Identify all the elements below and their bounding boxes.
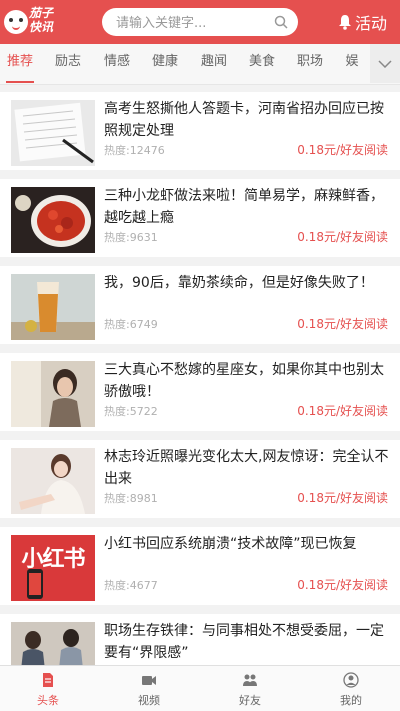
article-heat: 热度:6749 — [104, 318, 158, 331]
article-reward: 0.18元/好友阅读 — [297, 317, 388, 331]
category-tabs: 推荐 励志 情感 健康 趣闻 美食 职场 娱 — [0, 44, 400, 85]
logo-line-1: 茄子 — [29, 6, 54, 20]
article-thumbnail — [11, 187, 95, 253]
app-logo[interactable]: 茄子 快讯 — [4, 4, 62, 40]
logo-line-2: 快讯 — [29, 20, 54, 34]
eggplant-logo-icon — [4, 10, 28, 34]
search-input[interactable] — [114, 12, 268, 34]
article-thumbnail — [11, 448, 95, 514]
logo-text: 茄子 快讯 — [29, 6, 63, 34]
article-item[interactable]: 三种小龙虾做法来啦！简单易学，麻辣鲜香，越吃越上瘾 热度:9631 0.18元/… — [0, 179, 400, 257]
article-item[interactable]: 三大真心不愁嫁的星座女，如果你其中也别太骄傲哦！ 热度:5722 0.18元/好… — [0, 353, 400, 431]
tab-food[interactable]: 美食 — [246, 44, 278, 82]
video-icon — [142, 676, 156, 685]
search-icon[interactable] — [274, 15, 288, 29]
bell-icon — [339, 15, 351, 30]
article-thumbnail — [11, 361, 95, 427]
tab-emotion[interactable]: 情感 — [101, 44, 133, 82]
article-heat: 热度:8981 — [104, 492, 158, 505]
activity-label: 活动 — [355, 14, 388, 33]
document-icon — [43, 673, 53, 687]
article-reward: 0.18元/好友阅读 — [297, 230, 388, 244]
search-bar[interactable] — [102, 8, 298, 36]
article-title: 职场生存铁律：与同事相处不想受委屈，一定要有“界限感” — [104, 623, 384, 661]
nav-friends[interactable]: 好友 — [210, 666, 290, 711]
article-reward: 0.18元/好友阅读 — [297, 404, 388, 418]
article-title: 小红书回应系统崩溃“技术故障”现已恢复 — [104, 536, 357, 552]
app-header: 茄子 快讯 活动 — [0, 0, 400, 44]
tab-workplace[interactable]: 职场 — [294, 44, 326, 82]
article-thumbnail — [11, 274, 95, 340]
nav-label: 我的 — [340, 694, 362, 707]
article-heat: 热度:9631 — [104, 231, 158, 244]
tab-health[interactable]: 健康 — [149, 44, 181, 82]
article-heat: 热度:12476 — [104, 144, 165, 157]
article-heat: 热度:4677 — [104, 579, 158, 592]
user-icon — [343, 672, 359, 688]
article-reward: 0.18元/好友阅读 — [297, 143, 388, 157]
article-title: 林志玲近照曝光变化太大,网友惊讶：完全认不出来 — [104, 449, 389, 487]
article-item[interactable]: 小红书 小红书回应系统崩溃“技术故障”现已恢复 热度:4677 0.18元/好友… — [0, 527, 400, 605]
article-reward: 0.18元/好友阅读 — [297, 578, 388, 592]
article-title: 三种小龙虾做法来啦！简单易学，麻辣鲜香，越吃越上瘾 — [104, 188, 384, 226]
nav-headlines[interactable]: 头条 — [8, 666, 88, 711]
article-item[interactable]: 林志玲近照曝光变化太大,网友惊讶：完全认不出来 热度:8981 0.18元/好友… — [0, 440, 400, 518]
activity-button[interactable]: 活动 — [338, 11, 387, 33]
article-title: 我，90后，靠奶茶续命，但是好像失败了！ — [104, 275, 374, 291]
friends-icon — [243, 674, 257, 686]
tab-entertainment[interactable]: 娱 — [342, 44, 362, 82]
article-item[interactable]: 我，90后，靠奶茶续命，但是好像失败了！ 热度:6749 0.18元/好友阅读 — [0, 266, 400, 344]
tab-recommend[interactable]: 推荐 — [4, 44, 36, 83]
tab-fun-news[interactable]: 趣闻 — [198, 44, 230, 82]
article-thumbnail: 小红书 — [11, 535, 95, 601]
article-thumbnail — [11, 100, 95, 166]
bottom-nav: 头条 视频 好友 我的 — [0, 665, 400, 711]
article-reward: 0.18元/好友阅读 — [297, 491, 388, 505]
article-item[interactable]: 高考生怒撕他人答题卡，河南省招办回应已按照规定处理 热度:12476 0.18元… — [0, 92, 400, 170]
nav-label: 头条 — [37, 694, 59, 707]
article-title: 三大真心不愁嫁的星座女，如果你其中也别太骄傲哦！ — [104, 362, 384, 400]
nav-label: 好友 — [239, 694, 261, 707]
tabs-expand-button[interactable] — [370, 44, 400, 83]
article-title: 高考生怒撕他人答题卡，河南省招办回应已按照规定处理 — [104, 101, 384, 139]
tab-inspiration[interactable]: 励志 — [52, 44, 84, 82]
article-heat: 热度:5722 — [104, 405, 158, 418]
nav-profile[interactable]: 我的 — [311, 666, 391, 711]
chevron-down-icon — [378, 59, 392, 68]
nav-label: 视频 — [138, 694, 160, 707]
nav-video[interactable]: 视频 — [109, 666, 189, 711]
